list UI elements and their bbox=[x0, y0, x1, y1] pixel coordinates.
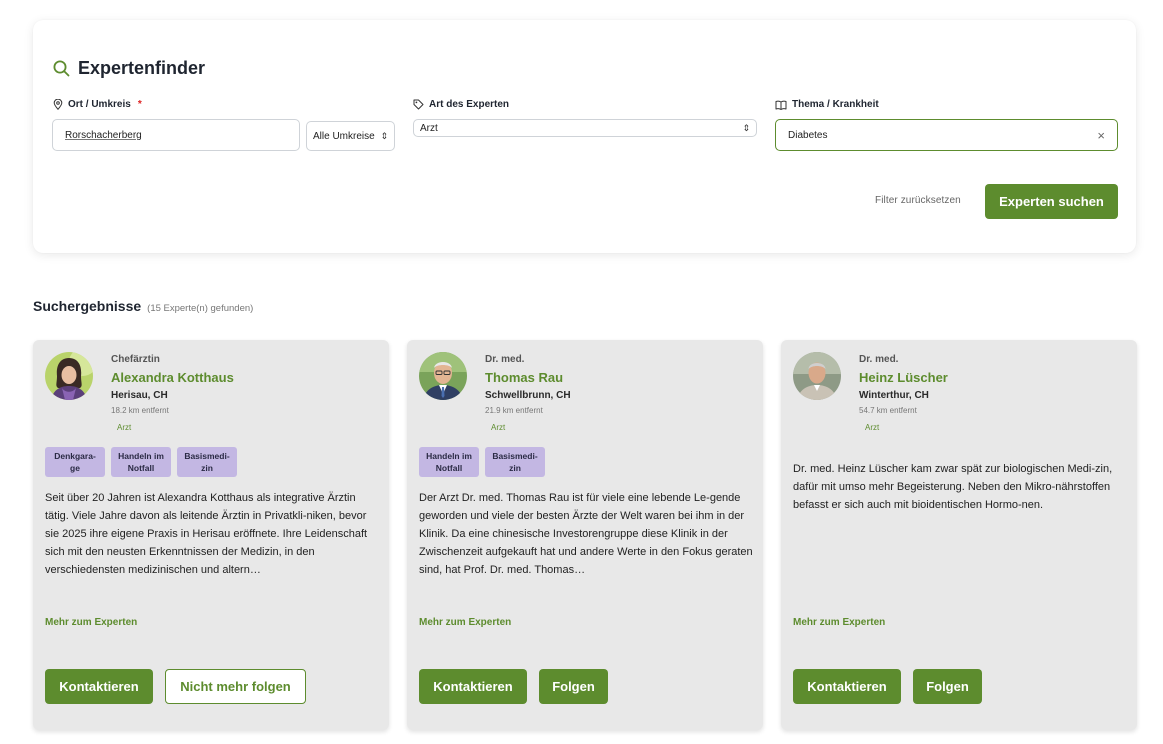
expert-location: Schwellbrunn, CH bbox=[485, 390, 571, 401]
expert-distance: 18.2 km entfernt bbox=[111, 406, 169, 415]
topic-tag[interactable]: Handeln im Notfall bbox=[419, 447, 479, 477]
select-arrows-icon: ⇕ bbox=[742, 122, 750, 133]
tag-list: Denkgara- ge Handeln im Notfall Basismed… bbox=[45, 447, 237, 477]
results-header: Suchergebnisse (15 Experte(n) gefunden) bbox=[33, 298, 253, 314]
contact-button[interactable]: Kontaktieren bbox=[793, 669, 901, 704]
select-arrows-icon: ⇕ bbox=[380, 130, 388, 141]
results-count: (15 Experte(n) gefunden) bbox=[147, 303, 254, 314]
expert-type-select[interactable]: Arzt ⇕ bbox=[413, 119, 757, 137]
avatar-image bbox=[419, 352, 467, 400]
avatar bbox=[419, 352, 467, 400]
expert-distance: 21.9 km entfernt bbox=[485, 406, 543, 415]
topic-tag[interactable]: Basismedi- zin bbox=[485, 447, 545, 477]
expert-distance: 54.7 km entfernt bbox=[859, 406, 917, 415]
topic-tag[interactable]: Handeln im Notfall bbox=[111, 447, 171, 477]
radius-select[interactable]: Alle Umkreise ⇕ bbox=[306, 121, 395, 151]
expert-name[interactable]: Heinz Lüscher bbox=[859, 370, 948, 385]
tag-list: Handeln im Notfall Basismedi- zin bbox=[419, 447, 545, 477]
more-about-expert-link[interactable]: Mehr zum Experten bbox=[45, 617, 137, 628]
contact-button[interactable]: Kontaktieren bbox=[45, 669, 153, 704]
expert-description: Der Arzt Dr. med. Thomas Rau ist für vie… bbox=[419, 492, 753, 576]
expert-card: Chefärztin Alexandra Kotthaus Herisau, C… bbox=[33, 340, 389, 730]
topic-label: Thema / Krankheit bbox=[792, 99, 879, 110]
expert-title: Chefärztin bbox=[111, 354, 160, 365]
expert-finder-panel: Expertenfinder Ort / Umkreis * Rorschach… bbox=[33, 20, 1136, 253]
tag-icon bbox=[413, 99, 424, 110]
expert-description: Seit über 20 Jahren ist Alexandra Kottha… bbox=[45, 492, 368, 576]
avatar-image bbox=[793, 352, 841, 400]
more-about-expert-link[interactable]: Mehr zum Experten bbox=[419, 617, 511, 628]
expert-location: Herisau, CH bbox=[111, 390, 168, 401]
search-icon bbox=[53, 60, 70, 77]
more-about-expert-link[interactable]: Mehr zum Experten bbox=[793, 617, 885, 628]
location-label-row: Ort / Umkreis * bbox=[53, 99, 142, 110]
follow-button[interactable]: Folgen bbox=[913, 669, 982, 704]
topic-label-row: Thema / Krankheit bbox=[775, 99, 879, 110]
avatar-image bbox=[45, 352, 93, 400]
expert-card: Dr. med. Thomas Rau Schwellbrunn, CH 21.… bbox=[407, 340, 763, 730]
expert-location: Winterthur, CH bbox=[859, 390, 929, 401]
expert-type: Arzt bbox=[491, 423, 506, 432]
avatar bbox=[793, 352, 841, 400]
location-value: Rorschacherberg bbox=[65, 129, 142, 141]
expert-type: Arzt bbox=[117, 423, 132, 432]
location-pin-icon bbox=[53, 99, 63, 110]
topic-input[interactable]: Diabetes × bbox=[775, 119, 1118, 151]
type-label: Art des Experten bbox=[429, 99, 510, 110]
contact-button[interactable]: Kontaktieren bbox=[419, 669, 527, 704]
required-marker: * bbox=[137, 99, 142, 110]
topic-tag[interactable]: Denkgara- ge bbox=[45, 447, 105, 477]
expert-type: Arzt bbox=[865, 423, 880, 432]
location-label: Ort / Umkreis bbox=[68, 99, 131, 110]
topic-tag[interactable]: Basismedi- zin bbox=[177, 447, 237, 477]
expert-title: Dr. med. bbox=[485, 354, 525, 365]
finder-header: Expertenfinder bbox=[53, 58, 205, 79]
expert-name[interactable]: Thomas Rau bbox=[485, 370, 563, 385]
reset-filters-link[interactable]: Filter zurücksetzen bbox=[875, 195, 961, 206]
expert-title: Dr. med. bbox=[859, 354, 899, 365]
results-title: Suchergebnisse bbox=[33, 298, 142, 314]
expert-card: Dr. med. Heinz Lüscher Winterthur, CH 54… bbox=[781, 340, 1137, 730]
clear-icon[interactable]: × bbox=[1097, 128, 1105, 143]
expert-description: Dr. med. Heinz Lüscher kam zwar spät zur… bbox=[793, 463, 1113, 511]
unfollow-button[interactable]: Nicht mehr folgen bbox=[165, 669, 306, 704]
topic-value: Diabetes bbox=[788, 129, 828, 141]
finder-title: Expertenfinder bbox=[78, 58, 206, 78]
book-icon bbox=[775, 100, 787, 110]
follow-button[interactable]: Folgen bbox=[539, 669, 608, 704]
avatar bbox=[45, 352, 93, 400]
radius-value: Alle Umkreise bbox=[313, 130, 375, 142]
search-experts-button[interactable]: Experten suchen bbox=[985, 184, 1118, 219]
location-input[interactable]: Rorschacherberg bbox=[52, 119, 300, 151]
type-value: Arzt bbox=[420, 122, 438, 134]
expert-name[interactable]: Alexandra Kotthaus bbox=[111, 370, 234, 385]
type-label-row: Art des Experten bbox=[413, 99, 509, 110]
